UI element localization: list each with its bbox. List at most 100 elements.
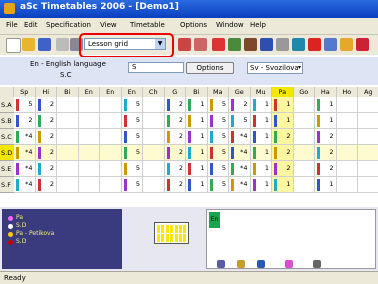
menu-specification[interactable]: Specification bbox=[46, 21, 91, 29]
row-header[interactable]: S.E bbox=[0, 161, 14, 177]
grid-cell[interactable] bbox=[358, 97, 378, 113]
grid-cell[interactable] bbox=[100, 145, 122, 161]
grid-cell[interactable] bbox=[57, 97, 79, 113]
column-header[interactable]: Pa bbox=[272, 87, 294, 97]
column-header[interactable]: Ge bbox=[229, 87, 251, 97]
column-header[interactable]: En bbox=[78, 87, 100, 97]
menu-file[interactable]: File bbox=[6, 21, 18, 29]
check-icon[interactable] bbox=[292, 38, 305, 51]
grid-cell[interactable] bbox=[78, 129, 100, 145]
report-icon[interactable] bbox=[324, 38, 337, 51]
undo-icon[interactable] bbox=[178, 38, 191, 51]
grid-cell[interactable] bbox=[57, 145, 79, 161]
menu-window[interactable]: Window bbox=[216, 21, 244, 29]
open-icon[interactable] bbox=[22, 38, 35, 51]
menu-timetable[interactable]: Timetable bbox=[130, 21, 165, 29]
grid-cell[interactable] bbox=[78, 145, 100, 161]
grid-cell[interactable] bbox=[78, 113, 100, 129]
row-header[interactable]: S.F bbox=[0, 177, 14, 193]
column-header[interactable]: Ag bbox=[358, 87, 378, 97]
generate-icon[interactable] bbox=[212, 38, 225, 51]
grid-cell[interactable] bbox=[336, 129, 358, 145]
grid-cell[interactable] bbox=[100, 177, 122, 193]
grid-cell[interactable] bbox=[358, 113, 378, 129]
grid-cell[interactable] bbox=[336, 113, 358, 129]
menu-help[interactable]: Help bbox=[250, 21, 266, 29]
grid-cell[interactable] bbox=[57, 113, 79, 129]
column-header[interactable]: Bi bbox=[186, 87, 208, 97]
color-icon[interactable] bbox=[285, 260, 293, 268]
settings-icon[interactable] bbox=[313, 260, 321, 268]
grid-cell[interactable] bbox=[143, 145, 165, 161]
grid-cell[interactable] bbox=[293, 161, 315, 177]
grid-cell[interactable] bbox=[293, 177, 315, 193]
grid-cell[interactable] bbox=[78, 161, 100, 177]
grid-cell[interactable] bbox=[358, 161, 378, 177]
column-header[interactable]: Ch bbox=[143, 87, 165, 97]
teacher-select[interactable]: Sv - Svozilova ▾ bbox=[247, 62, 303, 74]
menu-options[interactable]: Options bbox=[180, 21, 207, 29]
grid-cell[interactable] bbox=[100, 97, 122, 113]
chevron-down-icon[interactable]: ▾ bbox=[298, 64, 301, 71]
lesson-tag-en[interactable]: En bbox=[209, 212, 220, 228]
chart-icon[interactable] bbox=[340, 38, 353, 51]
column-header[interactable]: Mu bbox=[250, 87, 272, 97]
column-header[interactable]: En bbox=[121, 87, 143, 97]
row-header[interactable]: S.A bbox=[0, 97, 14, 113]
column-header[interactable]: Hi bbox=[35, 87, 57, 97]
column-header[interactable]: En bbox=[100, 87, 122, 97]
lesson-panel[interactable]: En bbox=[206, 209, 376, 269]
grid-cell[interactable] bbox=[358, 145, 378, 161]
grid-cell[interactable] bbox=[100, 129, 122, 145]
grid-cell[interactable] bbox=[293, 129, 315, 145]
column-header[interactable]: Ma bbox=[207, 87, 229, 97]
teachers-icon[interactable] bbox=[244, 38, 257, 51]
grid-cell[interactable] bbox=[57, 177, 79, 193]
new-icon[interactable] bbox=[6, 38, 21, 53]
grid-cell[interactable] bbox=[293, 113, 315, 129]
grid-cell[interactable] bbox=[143, 161, 165, 177]
grid-cell[interactable] bbox=[358, 129, 378, 145]
grid-cell[interactable] bbox=[336, 97, 358, 113]
redo-icon[interactable] bbox=[194, 38, 207, 51]
grid-cell[interactable] bbox=[100, 113, 122, 129]
help-icon[interactable] bbox=[356, 38, 369, 51]
grid-cell[interactable] bbox=[336, 161, 358, 177]
menu-edit[interactable]: Edit bbox=[24, 21, 38, 29]
column-header[interactable]: G bbox=[164, 87, 186, 97]
row-header[interactable]: S.B bbox=[0, 113, 14, 129]
grid-cell[interactable] bbox=[143, 97, 165, 113]
options-button[interactable]: Options bbox=[186, 62, 234, 74]
grid-cell[interactable] bbox=[293, 145, 315, 161]
column-header[interactable]: Ha bbox=[315, 87, 337, 97]
grid-cell[interactable] bbox=[293, 97, 315, 113]
grid-cell[interactable] bbox=[143, 113, 165, 129]
grid-cell[interactable] bbox=[78, 177, 100, 193]
grid-cell[interactable] bbox=[78, 97, 100, 113]
grid-cell[interactable] bbox=[57, 129, 79, 145]
rooms-icon[interactable] bbox=[260, 38, 273, 51]
room-icon[interactable] bbox=[257, 260, 265, 268]
print-icon[interactable] bbox=[56, 38, 69, 51]
teacher-icon[interactable] bbox=[237, 260, 245, 268]
mini-timetable[interactable] bbox=[154, 222, 189, 244]
grid-cell[interactable] bbox=[100, 161, 122, 177]
grid-cell[interactable] bbox=[336, 177, 358, 193]
grid-cell[interactable] bbox=[143, 177, 165, 193]
column-header[interactable]: Bi bbox=[57, 87, 79, 97]
grid-cell[interactable] bbox=[143, 129, 165, 145]
classes-icon[interactable] bbox=[228, 38, 241, 51]
column-header[interactable]: Sp bbox=[14, 87, 36, 97]
class-icon[interactable] bbox=[217, 260, 225, 268]
search-input[interactable]: S bbox=[128, 62, 184, 73]
row-header[interactable]: S.C bbox=[0, 129, 14, 145]
warning-icon[interactable] bbox=[308, 38, 321, 51]
grid-cell[interactable] bbox=[336, 145, 358, 161]
save-icon[interactable] bbox=[38, 38, 51, 51]
grid-cell[interactable] bbox=[57, 161, 79, 177]
column-header[interactable]: Ho bbox=[336, 87, 358, 97]
menu-view[interactable]: View bbox=[100, 21, 117, 29]
grid-cell[interactable] bbox=[358, 177, 378, 193]
column-header[interactable]: Go bbox=[293, 87, 315, 97]
subjects-icon[interactable] bbox=[276, 38, 289, 51]
